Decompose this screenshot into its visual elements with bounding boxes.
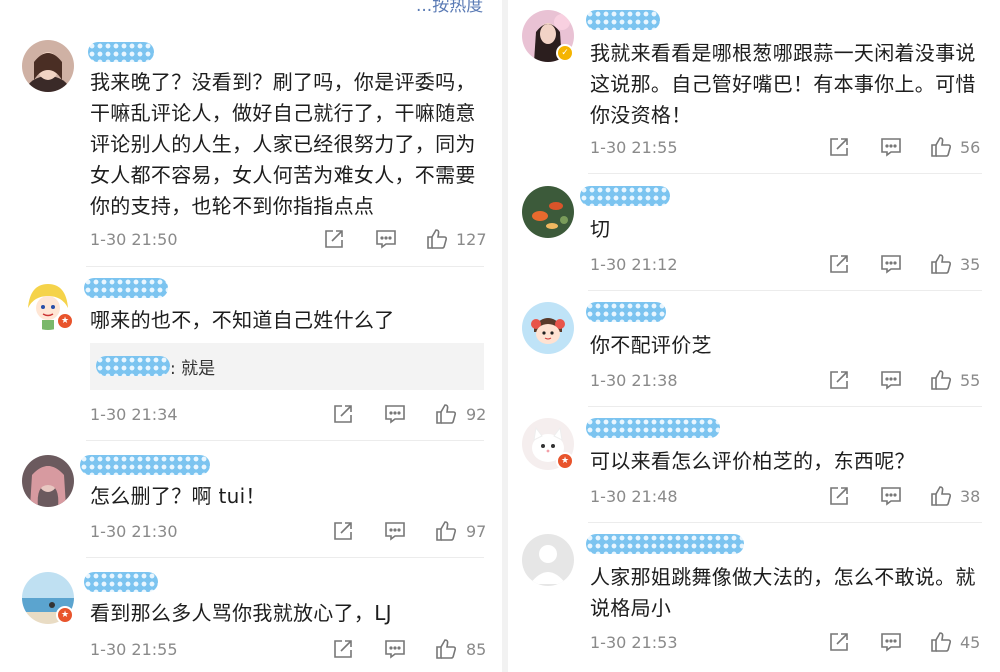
thumbs-up-icon[interactable]	[434, 519, 458, 543]
quoted-username-masked[interactable]	[96, 356, 170, 376]
share-icon[interactable]	[827, 484, 851, 508]
comment-timestamp: 1-30 21:30	[90, 522, 178, 541]
like-count: 45	[960, 633, 981, 652]
thumbs-up-icon[interactable]	[929, 252, 953, 276]
sort-link[interactable]: ...按热度	[416, 0, 483, 16]
avatar[interactable]	[22, 455, 74, 507]
comment-text: 怎么删了？啊 tui！	[90, 484, 266, 508]
thumbs-up-icon[interactable]	[434, 402, 458, 426]
comment-icon[interactable]	[383, 637, 407, 661]
comment-text: 我来晚了？没看到？刷了吗，你是评委吗，干嘛乱评论人，做好自己就行了，干嘛随意评论…	[90, 70, 476, 218]
comment-timestamp: 1-30 21:38	[590, 371, 678, 390]
thumbs-up-icon[interactable]	[929, 484, 953, 508]
comment-text: 哪来的也不，不知道自己姓什么了	[90, 308, 395, 332]
reply-quote[interactable]: : 就是	[90, 343, 484, 390]
share-icon[interactable]	[827, 135, 851, 159]
share-icon[interactable]	[827, 252, 851, 276]
like-count: 55	[960, 371, 981, 390]
divider	[588, 173, 982, 174]
username-masked[interactable]	[88, 42, 154, 62]
comment-timestamp: 1-30 21:34	[90, 405, 178, 424]
comment-list-left: ...按热度 我来晚了？没看到？刷了吗，你是评委吗，干嘛乱评论人，做好自己就行了…	[0, 0, 502, 672]
comment-text: 切	[590, 217, 611, 241]
username-masked[interactable]	[586, 302, 666, 322]
comment-icon[interactable]	[879, 368, 903, 392]
divider	[86, 440, 484, 441]
username-masked[interactable]	[84, 572, 158, 592]
comment-text: 人家那姐跳舞像做大法的，怎么不敢说。就说格局小	[590, 565, 976, 620]
comment-timestamp: 1-30 21:48	[590, 487, 678, 506]
username-masked[interactable]	[580, 186, 670, 206]
thumbs-up-icon[interactable]	[434, 637, 458, 661]
username-masked[interactable]	[586, 534, 744, 554]
comment-icon[interactable]	[383, 519, 407, 543]
comment-text: 看到那么多人骂你我就放心了，LJ	[90, 601, 392, 625]
avatar[interactable]	[522, 534, 574, 586]
reply-text: : 就是	[170, 359, 216, 379]
member-badge-icon: ★	[56, 312, 74, 330]
username-masked[interactable]	[586, 10, 660, 30]
comment-text: 你不配评价芝	[590, 333, 712, 357]
share-icon[interactable]	[827, 630, 851, 654]
comment-list-right: ✓ 我就来看看是哪根葱哪跟蒜一天闲着没事说这说那。自己管好嘴巴！有本事你上。可惜…	[508, 0, 1000, 672]
comment-timestamp: 1-30 21:55	[590, 138, 678, 157]
like-count: 92	[466, 405, 487, 424]
comment-timestamp: 1-30 21:50	[90, 230, 178, 249]
like-count: 97	[466, 522, 487, 541]
comment-text: 可以来看怎么评价柏芝的，东西呢？	[590, 449, 915, 473]
member-badge-icon: ★	[556, 452, 574, 470]
avatar[interactable]	[522, 186, 574, 238]
share-icon[interactable]	[322, 227, 346, 251]
like-count: 127	[456, 230, 487, 249]
thumbs-up-icon[interactable]	[929, 135, 953, 159]
avatar[interactable]	[22, 40, 74, 92]
share-icon[interactable]	[331, 402, 355, 426]
comment-timestamp: 1-30 21:55	[90, 640, 178, 659]
comment-icon[interactable]	[374, 227, 398, 251]
divider	[588, 406, 982, 407]
thumbs-up-icon[interactable]	[929, 368, 953, 392]
share-icon[interactable]	[331, 519, 355, 543]
comment-icon[interactable]	[879, 252, 903, 276]
like-count: 38	[960, 487, 981, 506]
thumbs-up-icon[interactable]	[425, 227, 449, 251]
member-badge-icon: ★	[56, 606, 74, 624]
like-count: 85	[466, 640, 487, 659]
username-masked[interactable]	[84, 278, 168, 298]
comment-icon[interactable]	[879, 484, 903, 508]
divider	[588, 290, 982, 291]
like-count: 56	[960, 138, 981, 157]
divider	[86, 557, 484, 558]
share-icon[interactable]	[827, 368, 851, 392]
username-masked[interactable]	[80, 455, 210, 475]
avatar[interactable]	[522, 302, 574, 354]
verified-badge-icon: ✓	[556, 44, 574, 62]
username-masked[interactable]	[586, 418, 720, 438]
comment-timestamp: 1-30 21:53	[590, 633, 678, 652]
comment-icon[interactable]	[879, 135, 903, 159]
divider	[588, 522, 982, 523]
thumbs-up-icon[interactable]	[929, 630, 953, 654]
comment-timestamp: 1-30 21:12	[590, 255, 678, 274]
like-count: 35	[960, 255, 981, 274]
comment-text: 我就来看看是哪根葱哪跟蒜一天闲着没事说这说那。自己管好嘴巴！有本事你上。可惜你没…	[590, 41, 976, 127]
share-icon[interactable]	[331, 637, 355, 661]
comment-icon[interactable]	[879, 630, 903, 654]
divider	[86, 266, 484, 267]
comment-icon[interactable]	[383, 402, 407, 426]
